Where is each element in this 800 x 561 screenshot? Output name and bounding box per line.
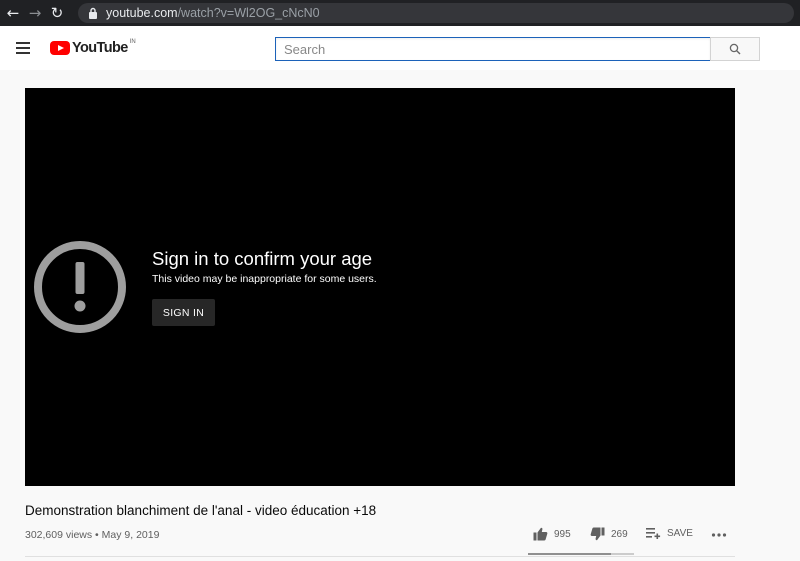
forward-arrow-icon[interactable]: → (24, 0, 46, 26)
url-text: youtube.com/watch?v=Wl2OG_cNcN0 (106, 6, 320, 20)
age-gate-subtitle: This video may be inappropriate for some… (152, 273, 377, 285)
warning-circle-icon (34, 241, 126, 333)
like-button[interactable]: 995 (533, 527, 571, 541)
country-code: IN (129, 39, 136, 45)
url-path: /watch?v=Wl2OG_cNcN0 (177, 6, 320, 20)
youtube-logo[interactable]: YouTube IN (50, 39, 136, 56)
lock-icon (89, 7, 97, 19)
search-icon (729, 43, 741, 55)
dislike-count: 269 (611, 528, 628, 540)
logo-text: YouTube (72, 40, 128, 56)
url-host: youtube.com (106, 6, 178, 20)
sign-in-button[interactable]: SIGN IN (152, 299, 215, 326)
reload-icon[interactable]: ↻ (46, 0, 68, 26)
thumbs-up-icon (533, 527, 548, 541)
video-actions: 995 269 SAVE (0, 527, 800, 547)
age-gate-title: Sign in to confirm your age (152, 248, 373, 269)
more-horiz-icon (711, 533, 727, 537)
youtube-play-icon (50, 41, 70, 55)
playlist-add-icon (646, 528, 661, 539)
menu-icon[interactable] (16, 42, 30, 54)
divider (25, 556, 735, 557)
masthead: YouTube IN (0, 26, 800, 70)
dislike-button[interactable]: 269 (590, 527, 628, 541)
like-count: 995 (554, 528, 571, 540)
browser-toolbar: ← → ↻ youtube.com/watch?v=Wl2OG_cNcN0 (0, 0, 800, 26)
search-button[interactable] (710, 37, 760, 61)
video-player[interactable]: Sign in to confirm your age This video m… (25, 88, 735, 486)
address-bar[interactable]: youtube.com/watch?v=Wl2OG_cNcN0 (78, 3, 794, 23)
thumbs-down-icon (590, 527, 605, 541)
more-actions-button[interactable] (711, 527, 727, 541)
video-title: Demonstration blanchiment de l'anal - vi… (25, 503, 377, 518)
search-input[interactable] (275, 37, 711, 61)
sentiment-bar (528, 553, 634, 555)
back-arrow-icon[interactable]: ← (2, 0, 24, 26)
save-label: SAVE (667, 527, 693, 539)
sentiment-bar-fill (528, 553, 612, 555)
save-button[interactable]: SAVE (646, 527, 693, 539)
